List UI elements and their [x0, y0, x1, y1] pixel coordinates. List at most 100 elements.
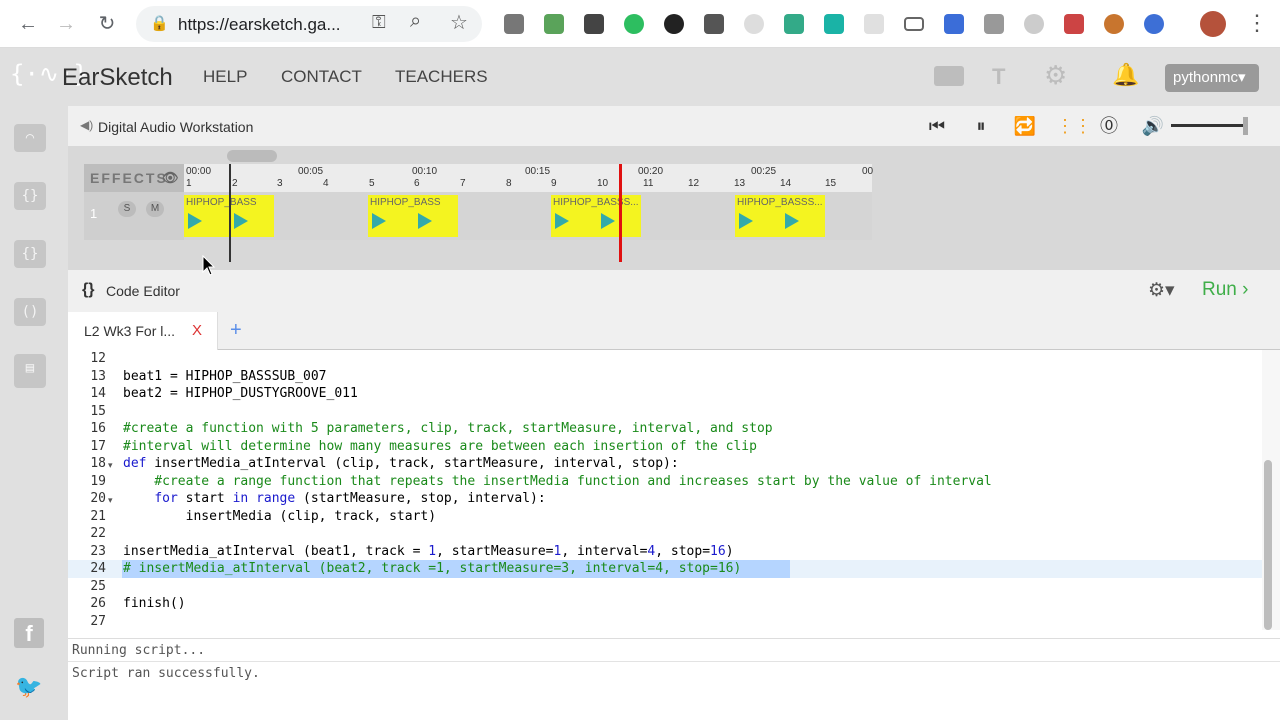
keyboard-icon[interactable]: [934, 66, 964, 86]
loop-icon[interactable]: 🔁: [1012, 114, 1038, 138]
back-arrow-icon[interactable]: ←: [14, 10, 42, 38]
timeline-ruler[interactable]: 00:00 00:05 00:10 00:15 00:20 00:25 00 1…: [184, 164, 873, 192]
volume-slider-track[interactable]: [1171, 124, 1243, 127]
effects-label: EFFECTS: [90, 170, 168, 186]
extension-icon[interactable]: [704, 14, 724, 34]
extension-icon[interactable]: [504, 14, 524, 34]
horizontal-scrollbar[interactable]: [227, 150, 277, 162]
address-bar[interactable]: 🔒 https://earsketch.ga...: [136, 6, 482, 42]
volume-icon[interactable]: 🔊: [1140, 114, 1166, 138]
apis-browser-icon[interactable]: (): [14, 298, 46, 326]
curriculum-book-icon[interactable]: ▤: [14, 354, 46, 388]
extension-icon[interactable]: [664, 14, 684, 34]
bookmark-star-icon[interactable]: ☆: [450, 10, 468, 35]
zoom-icon[interactable]: ⌕: [410, 10, 421, 33]
extension-icon[interactable]: [824, 14, 844, 34]
facebook-icon[interactable]: f: [14, 618, 44, 648]
script-tab[interactable]: L2 Wk3 For l... X: [68, 312, 218, 350]
code-line: beat2 = HIPHOP_DUSTYGROOVE_011: [123, 386, 358, 401]
extension-icon[interactable]: [1104, 14, 1124, 34]
font-size-icon[interactable]: T: [992, 64, 1005, 90]
pause-icon[interactable]: ⏸: [968, 114, 994, 138]
shared-scripts-icon[interactable]: {}: [14, 240, 46, 268]
extension-icon[interactable]: [984, 14, 1004, 34]
extension-icon[interactable]: [784, 14, 804, 34]
fold-arrow-icon[interactable]: ▾: [108, 495, 113, 506]
measure-tick: 4: [323, 178, 329, 189]
line-number: 23: [90, 544, 106, 559]
line-number: 15: [90, 404, 106, 419]
editor-settings-gear-icon[interactable]: ⚙▾: [1148, 279, 1175, 302]
extension-icon[interactable]: [1064, 14, 1084, 34]
measure-tick: 6: [414, 178, 420, 189]
line-number: 16: [90, 421, 106, 436]
browser-menu-icon[interactable]: ⋮: [1246, 10, 1268, 36]
nav-help[interactable]: HELP: [203, 67, 247, 87]
rewind-icon[interactable]: ⏮: [924, 114, 950, 138]
extension-icon[interactable]: [1024, 14, 1044, 34]
audio-clip[interactable]: HIPHOP_BASSS...: [735, 195, 825, 237]
avatar[interactable]: [1200, 11, 1226, 37]
pocket-icon[interactable]: [584, 14, 604, 34]
measure-tick: 5: [369, 178, 375, 189]
forward-arrow-icon[interactable]: →: [52, 10, 80, 38]
mouse-pointer-icon: [202, 255, 216, 276]
fold-arrow-icon[interactable]: ▾: [108, 460, 113, 471]
editor-title: Code Editor: [106, 283, 180, 299]
notification-bell-icon[interactable]: 🔔: [1112, 62, 1139, 88]
line-number: 18: [90, 456, 106, 471]
time-tick: 00:15: [525, 166, 551, 177]
eye-icon[interactable]: 👁: [162, 164, 181, 192]
extension-icon[interactable]: [864, 14, 884, 34]
code-line: #create a function with 5 parameters, cl…: [123, 421, 773, 436]
effects-toggle[interactable]: EFFECTS 👁: [84, 164, 184, 192]
reload-icon[interactable]: ↻: [93, 10, 121, 38]
loop-selection-icon[interactable]: ⋮⋮: [1056, 114, 1092, 138]
playhead[interactable]: [619, 164, 622, 262]
waveform-icon: ◀): [80, 118, 94, 132]
key-icon[interactable]: ⚿: [372, 12, 386, 33]
extension-icon[interactable]: [544, 14, 564, 34]
browser-toolbar: ← → ↻ 🔒 https://earsketch.ga... ⚿ ⌕ ☆ ⋮: [0, 0, 1280, 48]
sound-browser-icon[interactable]: ◠: [14, 124, 46, 152]
measure-tick: 3: [277, 178, 283, 189]
user-name: pythonmc: [1173, 69, 1239, 86]
console-divider: [68, 661, 1280, 662]
code-line: finish(): [123, 596, 186, 611]
extension-icon[interactable]: [744, 14, 764, 34]
mute-button[interactable]: M: [146, 201, 164, 217]
code-line: insertMedia_atInterval (beat1, track = 1…: [123, 544, 734, 559]
twitter-icon[interactable]: 🐦: [14, 674, 44, 700]
line-number: 22: [90, 526, 106, 541]
audio-clip[interactable]: HIPHOP_BASS: [368, 195, 458, 237]
metronome-icon[interactable]: ⓪: [1096, 114, 1122, 138]
extension-icon[interactable]: [1144, 14, 1164, 34]
shield-icon[interactable]: [944, 14, 964, 34]
line-number: 27: [90, 614, 106, 629]
time-tick: 00:05: [298, 166, 324, 177]
run-button[interactable]: Run ›: [1202, 279, 1248, 301]
scripts-browser-icon[interactable]: {}: [14, 182, 46, 210]
line-number: 20: [90, 491, 106, 506]
track-lane[interactable]: HIPHOP_BASS HIPHOP_BASS HIPHOP_BASSS... …: [184, 192, 872, 240]
nav-teachers[interactable]: TEACHERS: [395, 67, 488, 87]
audio-clip[interactable]: HIPHOP_BASSS...: [551, 195, 641, 237]
nav-contact[interactable]: CONTACT: [281, 67, 362, 87]
measure-tick: 1: [186, 178, 192, 189]
add-tab-icon[interactable]: +: [230, 319, 242, 342]
line-number: 26: [90, 596, 106, 611]
user-menu-button[interactable]: pythonmc▾: [1165, 64, 1259, 92]
code-editor[interactable]: 12 13 14 15 16 17 18 19 20 21 22 23 24 2…: [68, 350, 1262, 630]
clip-waveform-icon: [418, 213, 432, 229]
evernote-icon[interactable]: [624, 14, 644, 34]
close-tab-icon[interactable]: X: [192, 322, 202, 339]
settings-gear-icon[interactable]: ⚙: [1044, 60, 1067, 91]
volume-slider-handle[interactable]: [1243, 117, 1248, 135]
editor-tab-bar: L2 Wk3 For l... X +: [68, 312, 1280, 350]
vertical-scrollbar-thumb[interactable]: [1264, 460, 1272, 630]
clip-waveform-icon: [555, 213, 569, 229]
laptop-icon[interactable]: [904, 17, 924, 31]
time-tick: 00:00: [186, 166, 212, 177]
measure-tick: 2: [232, 178, 238, 189]
solo-button[interactable]: S: [118, 201, 136, 217]
